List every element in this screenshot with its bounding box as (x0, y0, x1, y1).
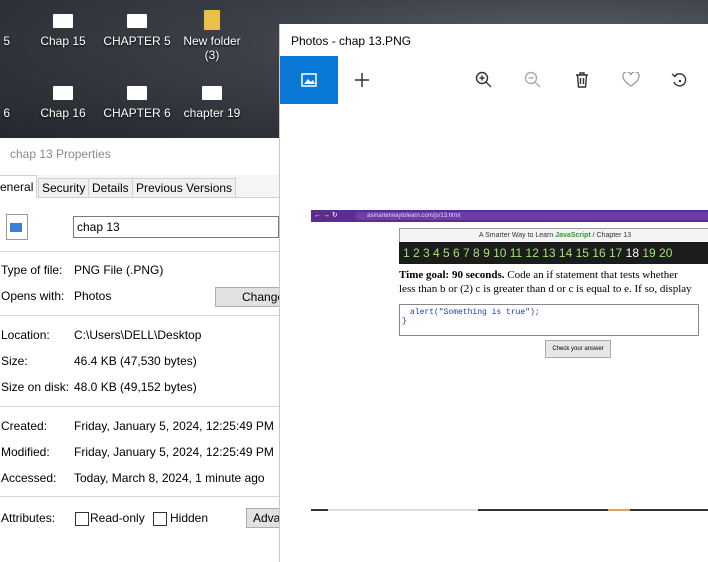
divider (0, 251, 279, 252)
image-browser-bar: ← → ↻ asmarterwaytolearn.com/js/13.html (311, 210, 708, 222)
photo-icon (301, 73, 317, 87)
desktop-icon-5[interactable]: 5 (0, 34, 10, 48)
image-file-icon (6, 214, 28, 240)
location-label: Location: (1, 328, 50, 342)
size-on-disk-value: 48.0 KB (49,152 bytes) (74, 380, 197, 394)
location-value: C:\Users\DELL\Desktop (74, 328, 202, 342)
desktop-icon-label: 6 (3, 106, 10, 120)
add-to-button[interactable] (333, 56, 391, 104)
goal-text-line2: less than b or (2) c is greater than d o… (399, 283, 692, 295)
rotate-icon (671, 73, 687, 87)
properties-dialog: chap 13 Properties eneral Security Detai… (0, 138, 279, 562)
file-name-field[interactable]: chap 13 (73, 216, 279, 238)
tab-general[interactable]: eneral (0, 175, 38, 198)
created-label: Created: (1, 419, 48, 433)
size-on-disk-label: Size on disk: (1, 380, 70, 394)
desktop-icon-new-folder[interactable]: New folder (3) (167, 10, 257, 62)
image-check-button: Check your answer (545, 340, 611, 358)
desktop-icon-6[interactable]: 6 (0, 106, 10, 120)
trash-icon (576, 72, 588, 88)
hidden-checkbox[interactable] (153, 512, 167, 526)
chapter-numbers-after: 19 20 (639, 246, 673, 260)
hidden-label: Hidden (170, 511, 209, 525)
desktop-icon-chapter19[interactable]: chapter 19 (167, 86, 257, 120)
size-label: Size: (1, 354, 28, 368)
divider (0, 315, 279, 316)
desktop-icon-label: chapter 19 (183, 106, 241, 120)
dialog-title: chap 13 Properties (10, 147, 111, 161)
chapter-number-current: 18 (625, 246, 639, 260)
accessed-value: Today, March 8, 2024, 1 minute ago (74, 471, 265, 485)
tab-details[interactable]: Details (88, 178, 133, 197)
see-all-photos-button[interactable] (280, 56, 338, 104)
window-title: Photos - chap 13.PNG (291, 34, 412, 48)
folder-icon (204, 10, 220, 30)
tab-security[interactable]: Security (38, 178, 90, 197)
change-button[interactable]: Change (215, 287, 279, 307)
image-chapter-numbers: 1 2 3 4 5 6 7 8 9 10 11 12 13 14 15 16 1… (399, 242, 708, 264)
size-value: 46.4 KB (47,530 bytes) (74, 354, 197, 368)
divider (0, 496, 279, 497)
file-icon (127, 14, 147, 28)
attributes-label: Attributes: (1, 511, 56, 525)
readonly-checkbox[interactable] (75, 512, 89, 526)
header-suffix: / Chapter 13 (590, 232, 632, 239)
opens-with-value: Photos (74, 289, 112, 303)
heart-icon (622, 72, 640, 87)
accessed-label: Accessed: (1, 471, 57, 485)
file-icon (53, 14, 73, 28)
image-viewer: ← → ↻ asmarterwaytolearn.com/js/13.html … (280, 104, 708, 562)
readonly-label: Read-only (90, 511, 145, 525)
tab-previous-versions[interactable]: Previous Versions (132, 178, 237, 197)
photos-toolbar (280, 56, 708, 104)
zoom-out-icon (524, 71, 541, 88)
photos-window: Photos - chap 13.PNG ← → ↻ asmarterwayto… (279, 24, 708, 562)
advanced-button[interactable]: Adva (246, 508, 279, 528)
code-line: alert("Something is true"); (410, 308, 540, 317)
file-icon (202, 86, 222, 100)
desktop-icon-label: Chap 15 (40, 34, 86, 48)
code-close: } (402, 317, 407, 326)
image-code-box: alert("Something is true");} (399, 304, 699, 336)
type-value: PNG File (.PNG) (74, 263, 164, 277)
goal-text: Code an if statement that tests whether (504, 269, 678, 281)
modified-value: Friday, January 5, 2024, 12:25:49 PM (74, 445, 274, 459)
desktop-icon-label: New folder (3) (183, 34, 241, 62)
filmstrip-bar[interactable] (311, 509, 708, 511)
goal-bold: Time goal: 90 seconds. (399, 269, 505, 281)
rotate-button[interactable] (651, 56, 708, 104)
displayed-image: ← → ↻ asmarterwaytolearn.com/js/13.html … (311, 210, 708, 358)
tab-strip: eneral Security Details Previous Version… (0, 175, 279, 198)
desktop-icon-label: CHAPTER 5 (103, 34, 171, 48)
file-icon (127, 86, 147, 100)
header-prefix: A Smarter Way to Learn (478, 232, 556, 239)
modified-label: Modified: (1, 445, 50, 459)
desktop-icon-label: 5 (3, 34, 10, 48)
opens-with-label: Opens with: (1, 289, 65, 303)
desktop-icon-label: Chap 16 (40, 106, 86, 120)
chapter-numbers-before: 1 2 3 4 5 6 7 8 9 10 11 12 13 14 15 16 1… (403, 246, 626, 260)
zoom-in-icon (475, 71, 492, 88)
header-brand: JavaScript (555, 232, 591, 239)
desktop-icon-label: CHAPTER 6 (103, 106, 171, 120)
file-icon (53, 86, 73, 100)
image-url-bar: asmarterwaytolearn.com/js/13.html (355, 212, 708, 220)
plus-icon (355, 73, 369, 87)
divider (0, 406, 279, 407)
image-nav-arrows: ← → ↻ (314, 212, 338, 219)
type-label: Type of file: (1, 263, 63, 277)
created-value: Friday, January 5, 2024, 12:25:49 PM (74, 419, 274, 433)
image-instructions: Time goal: 90 seconds. Code an if statem… (399, 268, 708, 296)
